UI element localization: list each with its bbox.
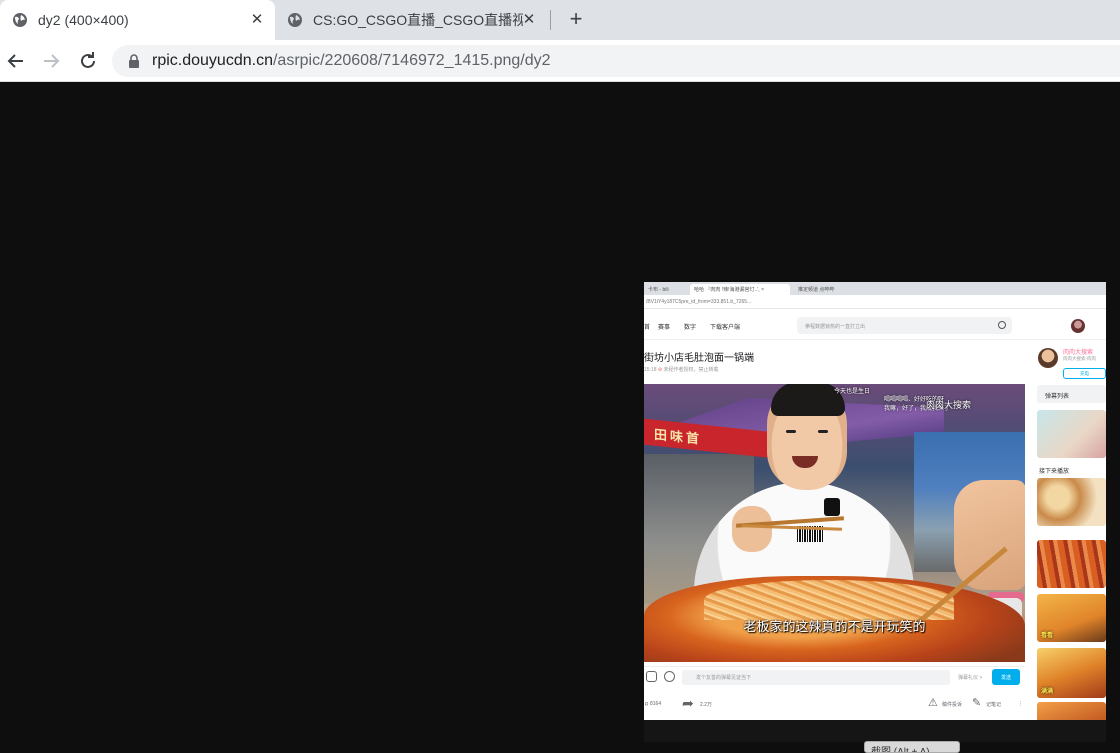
video-frame: 田味首 今天也是生日 喝喝喝喝、好好吃的呀 我嘛，好了，我成我来了 肉肉大搜索 …: [644, 384, 1025, 662]
globe-icon: [288, 13, 302, 27]
person-eye: [786, 430, 796, 433]
tab-title: dy2 (400×400): [38, 12, 129, 28]
inner-nav-item: 数字: [684, 325, 697, 331]
more-icon: ⋮: [1018, 701, 1023, 707]
noodles: [704, 580, 954, 620]
lock-icon[interactable]: [128, 54, 140, 68]
new-tab-button[interactable]: +: [564, 8, 588, 32]
close-tab-icon[interactable]: ✕: [521, 12, 537, 28]
video-time: 15:18: [644, 367, 657, 373]
recommend-thumb: [1037, 702, 1106, 722]
share-icon: ➦: [682, 695, 694, 711]
inner-nav-item: 赛事: [658, 325, 671, 331]
video-meta: 15:18 ⊘ 未经作者授权，禁止转载: [644, 366, 719, 373]
back-arrow-icon[interactable]: [4, 49, 28, 73]
inner-tab-strip: 卡布 - bili 哈哈 『肉肉 !辣!海港漏宫灯..', × 推定频道 点哔哔: [644, 282, 1106, 295]
video-title: 街坊小店毛肚泡面一锅端: [644, 353, 754, 364]
danmaku-settings-icon: [664, 671, 675, 682]
forward-arrow-icon[interactable]: [39, 49, 63, 73]
inner-tab: 卡布 - bili: [648, 287, 669, 293]
danmaku-bar: 发个友善的弹幕见证当下 弹幕礼仪 > 发送: [644, 666, 1025, 686]
tab-image[interactable]: dy2 (400×400) ✕: [0, 0, 275, 40]
video-notice: 未经作者授权，禁止转载: [663, 367, 719, 373]
inner-nav: 首 赛事 数字 下载客户端 拳程数据锁热的一直打立出: [644, 310, 1106, 340]
note-icon: ✎: [972, 697, 982, 709]
toolbar: rpic.douyucdn.cn/asrpic/220608/7146972_1…: [0, 40, 1120, 82]
inner-search-placeholder: 拳程数据锁热的一直打立出: [805, 324, 866, 330]
reload-icon[interactable]: [76, 49, 100, 73]
recommend-thumb: [1037, 540, 1106, 588]
person-eye: [818, 430, 828, 433]
danmaku-send-button: 发送: [992, 669, 1020, 685]
recommend-thumb: 满满: [1037, 648, 1106, 698]
tab-strip: dy2 (400×400) ✕ CS:GO_CSGO直播_CSGO直播视 ✕ +: [0, 0, 1120, 40]
search-icon: [998, 321, 1006, 329]
avatar: [1071, 319, 1085, 333]
tab-csgo[interactable]: CS:GO_CSGO直播_CSGO直播视 ✕: [275, 0, 547, 40]
danmaku-placeholder: 发个友善的弹幕见证当下: [696, 675, 752, 681]
autoplay-label: 接下来播放: [1039, 469, 1070, 475]
report-label: 稿件投诉: [942, 702, 963, 708]
recommend-thumb: [1037, 410, 1106, 458]
microphone: [824, 498, 840, 516]
uploader-name: 肉肉大搜索: [1063, 350, 1094, 356]
recommend-thumb: [1037, 478, 1106, 526]
inner-tab: 哈哈 『肉肉 !辣!海港漏宫灯..', ×: [690, 284, 790, 295]
tab-separator: [550, 10, 551, 30]
note-label: 记笔记: [986, 702, 1002, 708]
warning-icon: ⚠: [928, 697, 938, 709]
displayed-image: 卡布 - bili 哈哈 『肉肉 !辣!海港漏宫灯..', × 推定频道 点哔哔…: [644, 282, 1106, 742]
close-tab-icon[interactable]: ✕: [249, 12, 265, 28]
thumb-text: 看看: [1041, 633, 1054, 639]
url-host: rpic.douyucdn.cn: [152, 52, 273, 69]
video-subtitle: 老板家的这辣真的不是开玩笑的: [743, 619, 926, 634]
danmaku-input: 发个友善的弹幕见证当下: [682, 670, 950, 685]
inner-nav-item: 下载客户端: [710, 325, 741, 331]
url-text: rpic.douyucdn.cn/asrpic/220608/7146972_1…: [152, 52, 551, 70]
recommend-thumb: 看看: [1037, 594, 1106, 642]
dark-band: [644, 720, 1106, 742]
inner-search-input: 拳程数据锁热的一直打立出: [797, 317, 1012, 334]
tab-title: CS:GO_CSGO直播_CSGO直播视: [313, 12, 523, 28]
uploader-desc: 肉肉大搜索-肉肉: [1063, 356, 1096, 361]
inner-tab: 推定频道 点哔哔: [798, 287, 835, 293]
like-count: 8164: [650, 701, 662, 707]
follow-button: 充电: [1063, 368, 1106, 379]
danmaku-list-panel: 弹幕列表: [1037, 385, 1106, 403]
overlay-channel: 肉肉大搜索: [926, 400, 972, 410]
video-actions: ◦ 8164 ➦ 2.2万 ⚠ 稿件投诉 ✎ 记笔记 ⋮: [644, 690, 1025, 720]
danmaku-toggle-icon: [646, 671, 657, 682]
address-bar[interactable]: rpic.douyucdn.cn/asrpic/220608/7146972_1…: [112, 45, 1120, 77]
inner-address-bar: /BV1iY4y187C5pre_id_from=333.851.b_7265.…: [644, 295, 1106, 309]
url-path: /asrpic/220608/7146972_1415.png/dy2: [272, 52, 551, 69]
globe-icon: [13, 13, 27, 27]
no-repost-icon: ⊘: [657, 367, 663, 373]
screenshot-tooltip: 截图 (Alt + A): [864, 741, 960, 753]
inner-nav-item: 首: [644, 325, 651, 331]
overlay-note: 今天也是生日: [834, 389, 871, 395]
thumb-text: 满满: [1041, 689, 1054, 695]
share-count: 2.2万: [700, 702, 712, 708]
uploader-avatar: [1038, 348, 1058, 368]
right-hand: [954, 480, 1025, 590]
danmaku-etiquette: 弹幕礼仪 >: [958, 675, 983, 681]
left-hand: [732, 506, 772, 552]
